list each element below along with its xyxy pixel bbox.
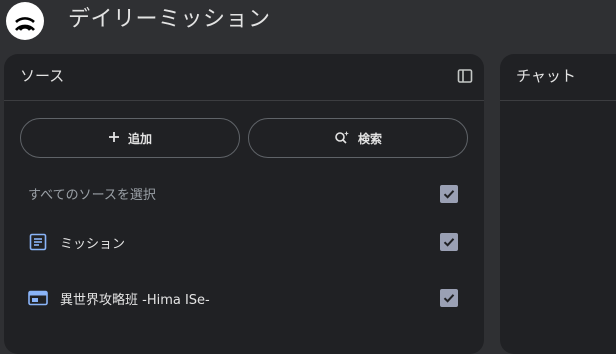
chat-panel-title: チャット xyxy=(516,67,576,85)
plus-icon xyxy=(108,131,120,146)
panel-collapse-icon[interactable] xyxy=(456,67,474,85)
web-page-icon xyxy=(28,288,48,308)
chat-panel-header: チャット xyxy=(500,54,616,101)
source-item[interactable]: ミッション xyxy=(4,230,484,254)
sources-panel-header: ソース xyxy=(4,54,484,101)
select-all-checkbox[interactable] xyxy=(440,185,458,203)
sparkle-search-icon xyxy=(334,130,350,147)
sources-panel: ソース 追加 検索 すべてのソースを選択 ミッション 異世界攻略班 -Hima … xyxy=(4,54,484,354)
search-sources-button[interactable]: 検索 xyxy=(248,118,468,158)
select-all-label: すべてのソースを選択 xyxy=(28,188,156,203)
search-button-label: 検索 xyxy=(357,131,382,146)
sources-panel-title: ソース xyxy=(20,67,65,85)
source-item-label: ミッション xyxy=(60,237,126,252)
add-button-label: 追加 xyxy=(127,131,152,146)
top-bar: デイリーミッション xyxy=(0,0,616,44)
source-item-checkbox[interactable] xyxy=(440,233,458,251)
source-item-checkbox[interactable] xyxy=(440,289,458,307)
source-item[interactable]: 異世界攻略班 -Hima ISe- xyxy=(4,286,484,310)
document-icon xyxy=(28,232,48,252)
source-item-label: 異世界攻略班 -Hima ISe- xyxy=(60,293,210,308)
add-source-button[interactable]: 追加 xyxy=(20,118,240,158)
app-title: デイリーミッション xyxy=(68,7,271,32)
notebook-logo-icon[interactable] xyxy=(6,2,44,40)
chat-panel: チャット xyxy=(500,54,616,354)
